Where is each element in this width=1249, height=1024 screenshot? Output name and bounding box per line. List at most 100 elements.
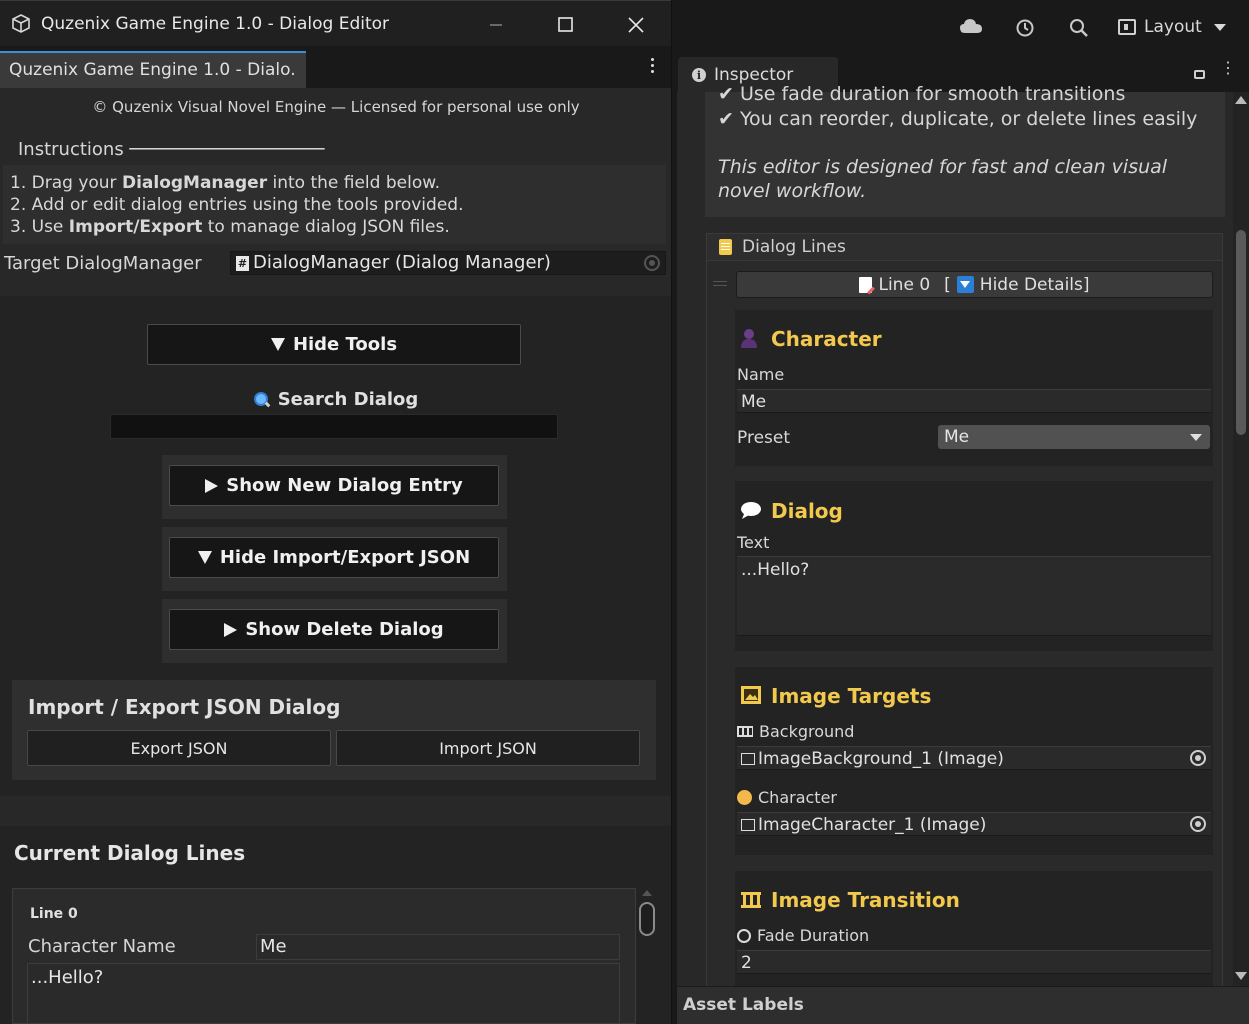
text-label: Text <box>737 533 770 552</box>
scroll-up-arrow-icon[interactable] <box>642 890 652 896</box>
drag-handle[interactable] <box>713 281 727 286</box>
target-dialogmanager-value: DialogManager (Dialog Manager) <box>253 252 551 273</box>
triangle-down-icon <box>197 551 212 564</box>
character-name-input[interactable]: Me <box>256 934 620 960</box>
asset-labels-bar[interactable]: Asset Labels <box>677 986 1249 1024</box>
object-picker-icon[interactable] <box>1190 816 1206 832</box>
more-options-icon[interactable]: ⋮ <box>1220 60 1236 76</box>
show-delete-dialog-label: Show Delete Dialog <box>245 619 444 640</box>
fade-duration-label-row: Fade Duration <box>737 926 869 945</box>
inspector-tab-controls: ⋮ <box>1194 60 1236 83</box>
layout-dropdown[interactable]: Layout <box>1118 17 1226 37</box>
character-target-label: Character <box>758 788 837 807</box>
tab-menu-icon[interactable] <box>651 58 655 76</box>
minimize-icon[interactable] <box>482 11 510 39</box>
collapse-triangle-icon <box>956 276 974 293</box>
character-panel: Character Name Me Preset Me <box>735 310 1213 466</box>
line-0-toggle-button[interactable]: Line 0 [ Hide Details] <box>736 271 1213 298</box>
triangle-right-icon <box>205 478 219 493</box>
character-name-field[interactable]: Me <box>737 389 1211 413</box>
image-transition-heading: Image Transition <box>771 888 960 912</box>
dialog-lines-foldout[interactable]: Dialog Lines <box>706 233 1223 261</box>
hide-import-export-label: Hide Import/Export JSON <box>219 547 471 568</box>
memo-icon <box>859 276 873 293</box>
close-icon[interactable] <box>622 11 650 39</box>
framed-picture-icon <box>740 685 762 709</box>
bracket-open: [ <box>944 274 951 295</box>
show-new-dialog-entry-label: Show New Dialog Entry <box>226 475 463 496</box>
triangle-down-icon <box>270 338 285 351</box>
film-frames-icon <box>737 726 753 737</box>
hide-details-label: Hide Details] <box>979 274 1090 295</box>
cloud-icon[interactable] <box>960 18 982 39</box>
hide-tools-button[interactable]: Hide Tools <box>147 324 521 365</box>
dialog-line-text-input[interactable]: ...Hello? <box>27 963 620 1024</box>
background-label: Background <box>759 722 855 741</box>
target-dialogmanager-label: Target DialogManager <box>4 253 202 274</box>
dialog-text-area[interactable]: ...Hello? <box>737 556 1211 636</box>
lock-icon[interactable] <box>1194 70 1205 79</box>
show-delete-dialog-button[interactable]: Show Delete Dialog <box>169 609 499 650</box>
search-dialog-input[interactable] <box>110 414 558 439</box>
tab-dialog-editor[interactable]: Quzenix Game Engine 1.0 - Dialo. <box>0 51 306 88</box>
image-targets-heading: Image Targets <box>771 684 932 708</box>
image-targets-panel: Image Targets Background ImageBackground… <box>735 667 1213 855</box>
hide-import-export-button[interactable]: Hide Import/Export JSON <box>169 537 499 578</box>
preset-dropdown[interactable]: Me <box>938 425 1210 449</box>
export-json-button[interactable]: Export JSON <box>27 730 331 766</box>
maximize-icon[interactable] <box>552 11 580 39</box>
import-json-button[interactable]: Import JSON <box>336 730 640 766</box>
background-image-value: ImageBackground_1 (Image) <box>758 749 1004 769</box>
instruction-line-3: 3. Use Import/Export to manage dialog JS… <box>10 217 450 237</box>
app-cubes-icon <box>11 14 31 34</box>
search-dialog-label-row: Search Dialog <box>0 389 671 410</box>
scroll-down-arrow-icon[interactable] <box>1235 972 1247 980</box>
chevron-down-icon <box>1213 23 1226 31</box>
stopwatch-icon <box>737 929 751 943</box>
character-image-value: ImageCharacter_1 (Image) <box>758 815 987 835</box>
character-name-label: Character Name <box>28 936 176 957</box>
help-box: ✔ Use fade duration for smooth transitio… <box>705 83 1225 217</box>
import-export-title: Import / Export JSON Dialog <box>28 695 341 719</box>
fade-duration-label: Fade Duration <box>757 926 870 945</box>
character-label-row: Character <box>737 788 837 807</box>
fade-duration-field[interactable]: 2 <box>737 950 1211 974</box>
instruction-line-1: 1. Drag your DialogManager into the fiel… <box>10 173 440 193</box>
window-title: Quzenix Game Engine 1.0 - Dialog Editor <box>41 14 390 34</box>
object-picker-icon[interactable] <box>1190 750 1206 766</box>
info-icon: i <box>692 68 706 82</box>
background-image-field[interactable]: ImageBackground_1 (Image) <box>737 746 1211 770</box>
dialog-line-label: Line 0 <box>30 906 78 922</box>
character-image-field[interactable]: ImageCharacter_1 (Image) <box>737 812 1211 836</box>
instructions-header: Instructions ────────────────── <box>18 139 325 160</box>
help-italic-2: novel workflow. <box>718 180 867 202</box>
hide-tools-label: Hide Tools <box>292 334 398 355</box>
window-titlebar[interactable]: Quzenix Game Engine 1.0 - Dialog Editor <box>0 0 671 46</box>
dialog-lines-scrollbar[interactable] <box>637 888 657 1024</box>
scrollbar-thumb[interactable] <box>1236 230 1246 435</box>
help-line-reorder: ✔ You can reorder, duplicate, or delete … <box>718 108 1198 130</box>
script-hash-icon: # <box>236 256 249 271</box>
current-dialog-lines-title: Current Dialog Lines <box>14 841 246 865</box>
object-picker-icon[interactable] <box>644 255 660 271</box>
dialog-heading: Dialog <box>771 499 843 523</box>
notepad-icon <box>719 239 732 255</box>
magnifier-icon <box>253 391 270 408</box>
scrollbar-thumb[interactable] <box>639 902 655 936</box>
target-dialogmanager-field[interactable]: # DialogManager (Dialog Manager) <box>230 251 666 275</box>
tab-inspector-label: Inspector <box>714 65 794 85</box>
show-new-dialog-entry-button[interactable]: Show New Dialog Entry <box>169 465 499 506</box>
dialog-lines-label: Dialog Lines <box>742 237 846 257</box>
name-label: Name <box>737 365 785 384</box>
help-line-fade: ✔ Use fade duration for smooth transitio… <box>718 83 1126 105</box>
layout-label: Layout <box>1144 17 1202 37</box>
search-dialog-label: Search Dialog <box>277 389 419 410</box>
search-icon[interactable] <box>1069 18 1089 43</box>
person-icon <box>740 328 758 352</box>
inspector-scrollbar[interactable] <box>1233 92 1249 986</box>
image-component-icon <box>741 819 755 831</box>
background-label-row: Background <box>737 722 854 741</box>
instruction-line-2: 2. Add or edit dialog entries using the … <box>10 195 464 215</box>
scroll-up-arrow-icon[interactable] <box>1235 96 1247 104</box>
history-icon[interactable] <box>1015 18 1035 43</box>
